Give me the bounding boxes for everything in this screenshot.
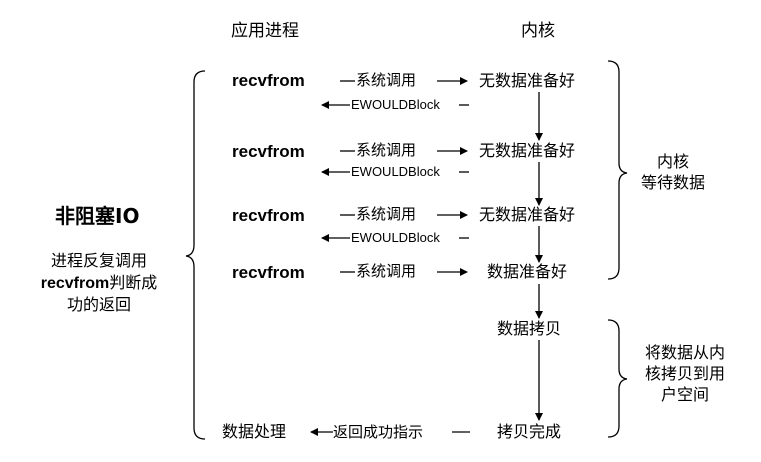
left-desc-line3: 功的返回 <box>66 295 131 315</box>
left-desc-line1: 进程反复调用 <box>50 251 147 270</box>
left-title: 非阻塞IO <box>55 204 140 228</box>
kernel-status-4: 数据准备好 <box>487 262 568 281</box>
left-desc-line2: recvfrom判断成 <box>18 272 180 295</box>
note-copy-line1: 将数据从内 <box>644 343 725 362</box>
note-copy-to-user: 将数据从内 核拷贝到用 户空间 <box>630 343 740 405</box>
recvfrom-label-1: recvfrom <box>232 71 305 90</box>
note-copy-line2: 核拷贝到用 <box>644 363 725 383</box>
left-brace <box>185 70 206 440</box>
note-kernel-wait: 内核 等待数据 <box>628 152 718 194</box>
ewouldblock-label-2: EWOULDBlock <box>351 164 440 179</box>
header-kernel: 内核 <box>521 21 555 41</box>
right-brace-copy <box>607 319 628 438</box>
data-processing-label: 数据处理 <box>222 422 287 441</box>
recvfrom-label-4: recvfrom <box>232 263 305 282</box>
recvfrom-label-2: recvfrom <box>232 142 305 161</box>
kernel-status-3: 无数据准备好 <box>479 205 576 224</box>
note-copy-line3: 户空间 <box>660 384 709 404</box>
left-desc-recvfrom: recvfrom <box>40 274 110 292</box>
syscall-label-1: 系统调用 <box>356 71 417 89</box>
kernel-status-1: 无数据准备好 <box>479 71 576 90</box>
copy-complete-label: 拷贝完成 <box>497 422 562 441</box>
syscall-label-2: 系统调用 <box>356 141 417 159</box>
data-copy-label: 数据拷贝 <box>497 319 562 338</box>
left-desc-line2-rest: 判断成 <box>109 272 158 292</box>
recvfrom-label-3: recvfrom <box>232 206 305 225</box>
success-return-label: 返回成功指示 <box>333 423 424 441</box>
syscall-label-3: 系统调用 <box>356 205 417 223</box>
kernel-status-2: 无数据准备好 <box>479 141 576 160</box>
left-description: 进程反复调用 recvfrom判断成 功的返回 <box>18 250 180 316</box>
ewouldblock-label-1: EWOULDBlock <box>351 97 440 112</box>
syscall-label-4: 系统调用 <box>356 262 417 280</box>
right-brace-wait <box>607 60 628 280</box>
note-kernel-wait-line2: 等待数据 <box>640 172 705 192</box>
note-kernel-wait-line1: 内核 <box>656 152 689 171</box>
header-app-process: 应用进程 <box>231 21 299 41</box>
ewouldblock-label-3: EWOULDBlock <box>351 230 440 245</box>
